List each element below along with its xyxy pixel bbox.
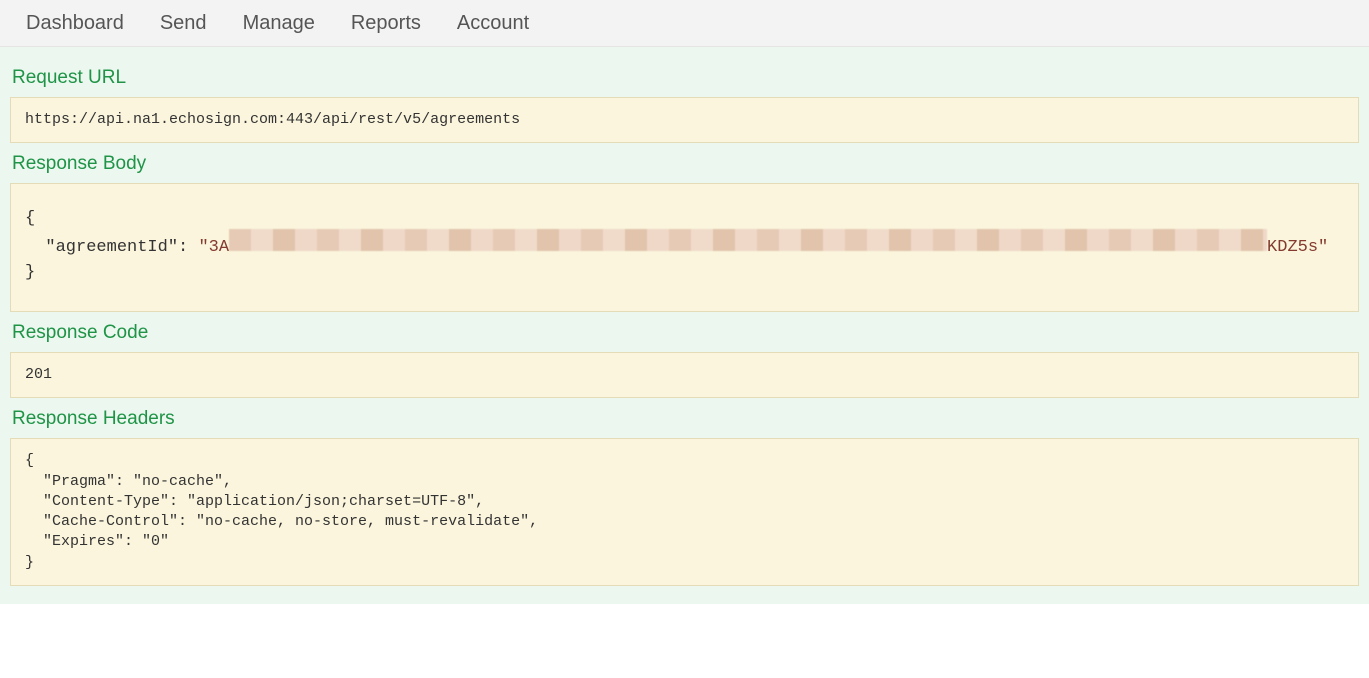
response-body-value-trailing: KDZ5s" <box>1267 238 1328 257</box>
nav-item-dashboard[interactable]: Dashboard <box>8 2 142 45</box>
nav-item-account[interactable]: Account <box>439 2 547 45</box>
response-body-open-brace: { <box>25 209 35 228</box>
heading-response-headers: Response Headers <box>10 408 1359 430</box>
response-body-block: { "agreementId": "3A KDZ5s" } <box>10 183 1359 312</box>
response-body-key: "agreementId": <box>25 238 198 257</box>
top-navbar: Dashboard Send Manage Reports Account <box>0 0 1369 47</box>
nav-item-manage[interactable]: Manage <box>225 2 333 45</box>
heading-request-url: Request URL <box>10 67 1359 89</box>
redacted-agreement-id <box>229 229 1267 260</box>
api-response-panel: Request URL https://api.na1.echosign.com… <box>0 47 1369 604</box>
response-headers-block: { "Pragma": "no-cache", "Content-Type": … <box>10 438 1359 586</box>
request-url-block: https://api.na1.echosign.com:443/api/res… <box>10 97 1359 143</box>
response-body-value-leading: "3A <box>198 238 229 257</box>
response-body-close-brace: } <box>25 263 35 282</box>
heading-response-body: Response Body <box>10 153 1359 175</box>
response-code-block: 201 <box>10 352 1359 398</box>
nav-item-reports[interactable]: Reports <box>333 2 439 45</box>
nav-item-send[interactable]: Send <box>142 2 225 45</box>
heading-response-code: Response Code <box>10 322 1359 344</box>
